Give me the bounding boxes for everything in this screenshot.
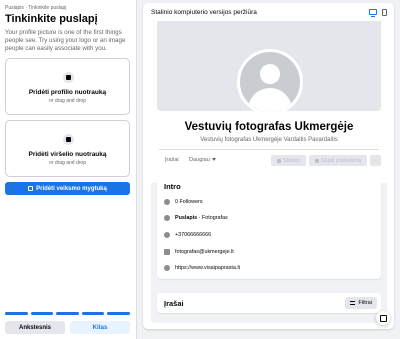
- message-icon: [315, 158, 320, 163]
- filters-button[interactable]: Filtrai: [345, 297, 377, 309]
- divider: [159, 149, 379, 150]
- more-button[interactable]: ···: [370, 155, 381, 166]
- progress-step: [81, 312, 105, 315]
- add-action-button[interactable]: Pridėti veiksmo mygtuką: [5, 182, 130, 195]
- customize-panel: Puslapis · Tinkinkite puslapį Tinkinkite…: [0, 0, 137, 339]
- drag-drop-hint: or drag and drop: [49, 160, 86, 166]
- follow-button[interactable]: Stebėti: [271, 155, 306, 166]
- intro-card: Intro 0 Followers Puslapis · Fotografas …: [157, 175, 381, 279]
- followers-row: 0 Followers: [164, 199, 203, 205]
- drag-drop-hint: or drag and drop: [49, 98, 86, 104]
- panel-description: Your profile picture is one of the first…: [5, 29, 126, 52]
- add-cover-photo-label: Pridėti viršelio nuotrauką: [28, 151, 107, 158]
- posts-card: Įrašai Filtrai: [157, 293, 381, 313]
- phone-row: +37066666666: [164, 232, 211, 238]
- panel-title: Tinkinkite puslapį: [5, 13, 98, 25]
- add-action-button-label: Pridėti veiksmo mygtuką: [36, 185, 107, 192]
- step-progress: [5, 312, 130, 315]
- add-profile-photo-label: Pridėti profilio nuotrauką: [28, 89, 107, 96]
- followers-icon: [164, 199, 170, 205]
- email-value: fotografas@ukmergeje.lt: [175, 249, 234, 255]
- preview-header: Stalinio kompiuterio versijos peržiūra: [151, 9, 257, 16]
- action-button-icon: [28, 186, 34, 191]
- add-cover-photo-area[interactable]: Pridėti viršelio nuotrauką or drag and d…: [5, 120, 130, 177]
- mobile-icon[interactable]: [382, 9, 387, 16]
- progress-step: [30, 312, 54, 315]
- back-button[interactable]: Ankstesnis: [5, 321, 65, 334]
- tab-more[interactable]: Daugiau: [189, 157, 216, 163]
- filter-icon: [350, 301, 356, 305]
- category-prefix: Puslapis: [175, 215, 198, 221]
- follow-icon: [277, 158, 282, 163]
- website-row: https://www.visaipaprasta.lt: [164, 265, 240, 271]
- phone-icon: [164, 232, 170, 238]
- page-subtitle: Vestuvių fotografas Ukmergėje Vardaitis …: [200, 137, 338, 143]
- breadcrumb: Puslapis · Tinkinkite puslapį: [5, 5, 67, 11]
- category-row: Puslapis · Fotografas: [164, 215, 228, 221]
- image-plus-icon: [63, 134, 74, 145]
- page-name: Vestuvių fotografas Ukmergėje: [184, 121, 354, 133]
- page-header-card: Vestuvių fotografas Ukmergėje Vestuvių f…: [151, 21, 387, 183]
- tab-posts[interactable]: Įrašai: [165, 157, 179, 163]
- profile-avatar: [237, 49, 303, 115]
- message-button-label: Siųsti pranešimą: [321, 157, 361, 164]
- add-profile-photo-area[interactable]: Pridėti profilio nuotrauką or drag and d…: [5, 58, 130, 115]
- message-button[interactable]: Siųsti pranešimą: [309, 155, 367, 166]
- page-preview: Vestuvių fotografas Ukmergėje Vestuvių f…: [151, 21, 387, 323]
- intro-title: Intro: [164, 182, 181, 191]
- image-plus-icon: [63, 72, 74, 83]
- desktop-preview-panel: Stalinio kompiuterio versijos peržiūra V…: [143, 3, 394, 329]
- follow-button-label: Stebėti: [283, 157, 300, 164]
- phone-value: +37066666666: [175, 232, 212, 238]
- email-row: fotografas@ukmergeje.lt: [164, 249, 234, 255]
- progress-step: [107, 312, 130, 315]
- followers-count: 0 Followers: [175, 199, 203, 205]
- posts-title: Įrašai: [164, 299, 184, 308]
- globe-icon: [164, 265, 170, 271]
- desktop-icon[interactable]: [369, 9, 377, 17]
- progress-step: [5, 312, 28, 315]
- category-value: · Fotografas: [197, 215, 228, 221]
- next-button[interactable]: Kitas: [70, 321, 130, 334]
- info-icon: [164, 215, 170, 221]
- filters-label: Filtrai: [358, 300, 372, 306]
- edit-icon[interactable]: [376, 311, 390, 325]
- progress-step: [56, 312, 79, 315]
- website-value: https://www.visaipaprasta.lt: [175, 265, 241, 271]
- email-icon: [164, 249, 170, 255]
